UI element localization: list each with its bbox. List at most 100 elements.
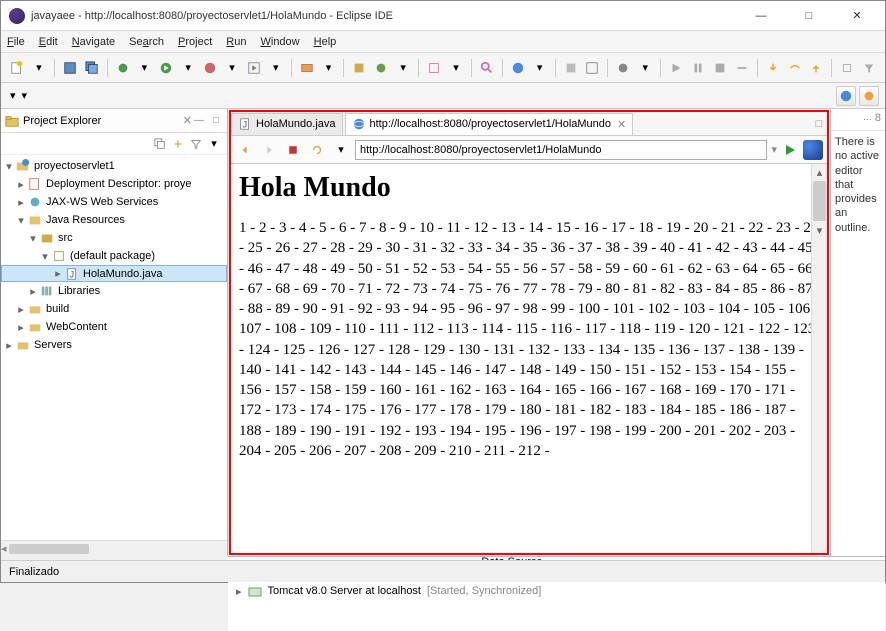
debug-button[interactable] [113,58,133,78]
tab-holamundo-java[interactable]: J HolaMundo.java [231,113,343,135]
new-package-button[interactable] [349,58,369,78]
tree-libs[interactable]: Libraries [58,285,100,297]
new-class-button[interactable] [371,58,391,78]
go-button[interactable] [781,141,799,159]
expand-toggle[interactable]: ▸ [52,267,64,280]
scroll-thumb[interactable] [813,181,826,221]
save-all-button[interactable] [82,58,102,78]
minimize-icon[interactable]: 8 [875,112,881,127]
menu-help[interactable]: Help [314,36,337,48]
menu-project[interactable]: Project [178,36,212,48]
minimize-view-icon[interactable]: — [192,114,206,128]
view-menu-icon[interactable]: ▾ [207,137,221,151]
run-last-button[interactable] [244,58,264,78]
browser-content[interactable]: Hola Mundo 1 - 2 - 3 - 4 - 5 - 6 - 7 - 8… [231,164,827,553]
tree-webcontent[interactable]: WebContent [46,321,107,333]
expand-toggle[interactable]: ▸ [236,585,242,598]
stepfilter-button[interactable] [859,58,879,78]
open-type-button[interactable] [424,58,444,78]
dropdown-icon[interactable]: ▾ [178,58,198,78]
tree-file[interactable]: HolaMundo.java [83,268,163,280]
scroll-up-icon[interactable]: ▴ [812,164,827,180]
tree-dd[interactable]: Deployment Descriptor: proye [46,178,192,190]
expand-toggle[interactable]: ▾ [15,214,27,227]
dropdown-icon[interactable]: ▾ [393,58,413,78]
maximize-button[interactable]: □ [789,2,829,30]
close-icon[interactable]: ✕ [183,114,192,127]
close-button[interactable]: ✕ [837,2,877,30]
coverage-button[interactable] [200,58,220,78]
step-return-button[interactable] [807,58,827,78]
suspend-button[interactable] [688,58,708,78]
step-over-button[interactable] [785,58,805,78]
task-button[interactable] [582,58,602,78]
dropdown-icon[interactable]: ▾ [22,89,28,102]
menu-edit[interactable]: Edit [39,36,58,48]
close-tab-icon[interactable]: ✕ [617,118,626,131]
disconnect-button[interactable] [732,58,752,78]
dropdown-icon[interactable]: ▾ [446,58,466,78]
new-server-button[interactable] [297,58,317,78]
scroll-down-icon[interactable]: ▾ [812,222,827,238]
tree-servers[interactable]: Servers [34,339,72,351]
step-into-button[interactable] [763,58,783,78]
browser-refresh-button[interactable] [307,140,327,160]
dropdown-icon[interactable]: ▾ [222,58,242,78]
menu-search[interactable]: Search [129,36,164,48]
horizontal-scrollbar[interactable]: ◂ [1,540,227,556]
dropdown-icon[interactable]: ▾ [134,58,154,78]
url-input[interactable] [355,140,767,160]
dropdown-icon[interactable]: ▾ [29,58,49,78]
web-browser-button[interactable] [508,58,528,78]
dropdown-icon[interactable]: ▾ [10,89,16,102]
server-name[interactable]: Tomcat v8.0 Server at localhost [268,585,421,597]
filter-icon[interactable] [189,137,203,151]
expand-toggle[interactable]: ▸ [15,196,27,209]
outline-menu-icon[interactable]: ⋯ [863,114,872,125]
expand-toggle[interactable]: ▸ [3,339,15,352]
browser-stop-button[interactable] [283,140,303,160]
run-button[interactable] [156,58,176,78]
dropdown-icon[interactable]: ▾ [319,58,339,78]
expand-toggle[interactable]: ▾ [27,232,39,245]
expand-toggle[interactable]: ▸ [15,321,27,334]
servers-content[interactable]: ▸ Tomcat v8.0 Server at localhost [Start… [228,579,885,631]
dropdown-icon[interactable]: ▾ [635,58,655,78]
link-editor-icon[interactable] [171,137,185,151]
expand-toggle[interactable]: ▸ [27,285,39,298]
menu-navigate[interactable]: Navigate [72,36,115,48]
tree-pkg[interactable]: (default package) [70,250,155,262]
tree-src[interactable]: src [58,232,73,244]
perspective-debug-button[interactable] [859,86,879,106]
toggle-mark-button[interactable] [561,58,581,78]
drop-frame-button[interactable] [837,58,857,78]
save-button[interactable] [60,58,80,78]
expand-toggle[interactable]: ▾ [39,250,51,263]
expand-toggle[interactable]: ▾ [3,160,15,173]
profile-button[interactable] [613,58,633,78]
browser-back-button[interactable] [235,140,255,160]
new-button[interactable] [7,58,27,78]
tree-javares[interactable]: Java Resources [46,214,125,226]
tree-build[interactable]: build [46,303,69,315]
project-tree[interactable]: ▾proyectoservlet1 ▸Deployment Descriptor… [1,155,227,540]
browser-forward-button[interactable] [259,140,279,160]
dropdown-icon[interactable]: ▾ [266,58,286,78]
tab-browser[interactable]: http://localhost:8080/proyectoservlet1/H… [345,113,634,135]
dropdown-icon[interactable]: ▾ [530,58,550,78]
menu-window[interactable]: Window [260,36,299,48]
expand-toggle[interactable]: ▸ [15,303,27,316]
url-dropdown-icon[interactable]: ▾ [771,143,777,156]
terminate-button[interactable] [710,58,730,78]
menu-run[interactable]: Run [226,36,246,48]
maximize-view-icon[interactable]: □ [209,114,223,128]
dropdown-icon[interactable]: ▾ [331,140,351,160]
menu-file[interactable]: File [7,36,25,48]
vertical-scrollbar[interactable]: ▴ ▾ [811,164,827,553]
expand-toggle[interactable]: ▸ [15,178,27,191]
minimize-button[interactable]: — [741,2,781,30]
perspective-jee-button[interactable] [836,86,856,106]
resume-button[interactable] [666,58,686,78]
maximize-editor-icon[interactable]: □ [811,118,827,130]
search-button[interactable] [477,58,497,78]
